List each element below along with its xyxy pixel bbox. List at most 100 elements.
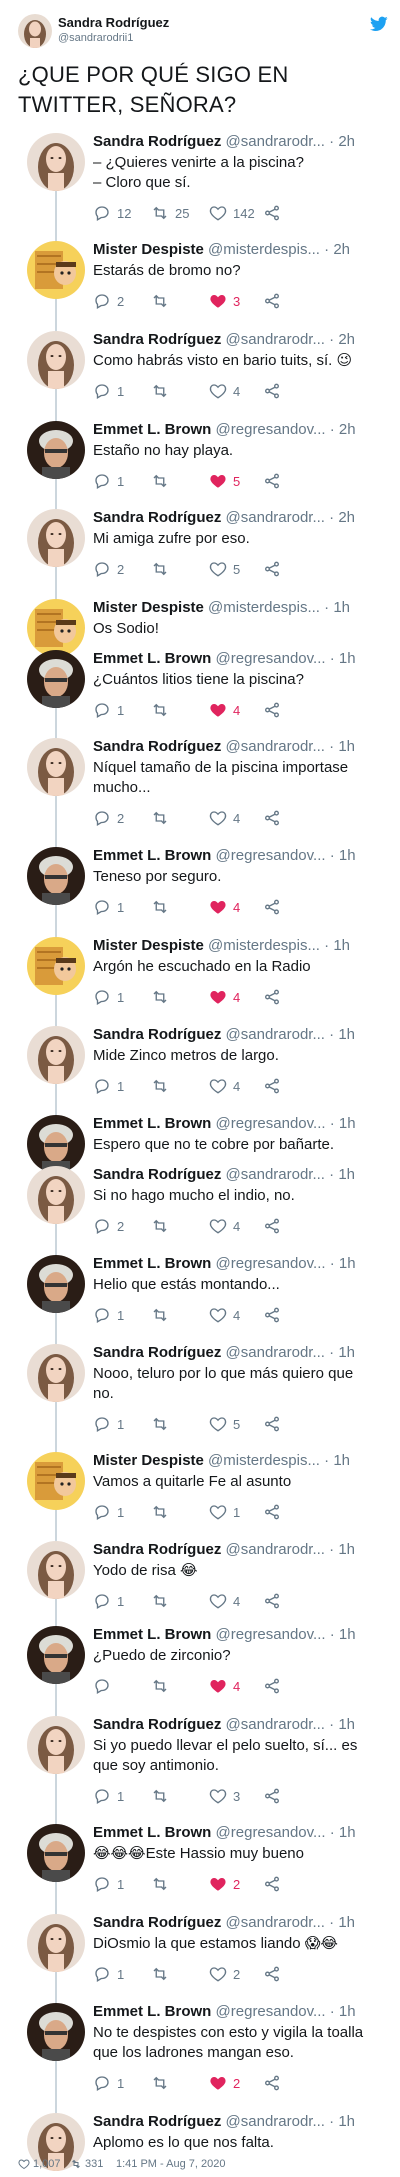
share-button[interactable] <box>263 1676 287 1696</box>
retweet-button[interactable] <box>151 1216 175 1236</box>
tweet-author-name[interactable]: Sandra Rodríguez <box>93 738 221 755</box>
reply-button[interactable]: 2 <box>93 291 124 311</box>
tweet-author-handle[interactable]: @regresandov... <box>216 1824 326 1841</box>
tweet-author-handle[interactable]: @misterdespis... <box>208 937 320 954</box>
retweet-button[interactable]: 25 <box>151 203 189 223</box>
tweet-time[interactable]: 1h <box>339 2003 356 2020</box>
tweet-time[interactable]: 2h <box>338 331 355 348</box>
like-button[interactable]: 5 <box>209 1414 240 1434</box>
reply-button[interactable]: 1 <box>93 1305 124 1325</box>
tweet-time[interactable]: 1h <box>338 738 355 755</box>
share-button[interactable] <box>263 1216 287 1236</box>
author-avatar[interactable] <box>18 14 52 48</box>
like-button[interactable]: 2 <box>209 2073 240 2093</box>
like-button[interactable]: 4 <box>209 381 240 401</box>
tweet-author-handle[interactable]: @sandrarodr... <box>226 1541 325 1558</box>
tweet-author-handle[interactable]: @sandrarodr... <box>226 133 325 150</box>
retweet-button[interactable] <box>151 1676 175 1696</box>
twitter-bird-icon[interactable] <box>370 16 388 32</box>
tweet-author-name[interactable]: Emmet L. Brown <box>93 847 211 864</box>
share-button[interactable] <box>263 471 287 491</box>
retweet-button[interactable] <box>151 700 175 720</box>
share-button[interactable] <box>263 291 287 311</box>
reply-button[interactable]: 1 <box>93 1964 124 1984</box>
reply-button[interactable]: 1 <box>93 381 124 401</box>
tweet-author-name[interactable]: Sandra Rodríguez <box>93 509 221 526</box>
retweet-button[interactable] <box>151 1305 175 1325</box>
like-button[interactable]: 3 <box>209 1786 240 1806</box>
tweet-author-handle[interactable]: @sandrarodr... <box>226 738 325 755</box>
share-button[interactable] <box>263 1305 287 1325</box>
tweet-time[interactable]: 2h <box>338 509 355 526</box>
reply-button[interactable]: 2 <box>93 1216 124 1236</box>
tweet-author-name[interactable]: Sandra Rodríguez <box>93 1716 221 1733</box>
tweet-time[interactable]: 1h <box>338 1716 355 1733</box>
retweet-button[interactable] <box>151 2073 175 2093</box>
share-button[interactable] <box>263 559 287 579</box>
avatar[interactable] <box>27 1255 85 1313</box>
tweet-author-name[interactable]: Sandra Rodríguez <box>93 1541 221 1558</box>
share-button[interactable] <box>263 1414 287 1434</box>
retweet-button[interactable] <box>151 808 175 828</box>
reply-button[interactable]: 1 <box>93 1502 124 1522</box>
like-button[interactable]: 4 <box>209 987 240 1007</box>
reply-button[interactable]: 1 <box>93 1414 124 1434</box>
retweet-button[interactable] <box>151 1502 175 1522</box>
tweet-time[interactable]: 1h <box>338 1344 355 1361</box>
tweet-time[interactable]: 1h <box>338 1166 355 1183</box>
tweet-author-name[interactable]: Emmet L. Brown <box>93 2003 211 2020</box>
tweet-author-handle[interactable]: @sandrarodr... <box>226 1716 325 1733</box>
tweet-time[interactable]: 1h <box>339 1115 356 1132</box>
tweet-author-name[interactable]: Sandra Rodríguez <box>93 1914 221 1931</box>
avatar[interactable] <box>27 1452 85 1510</box>
share-button[interactable] <box>263 1786 287 1806</box>
tweet-author-name[interactable]: Emmet L. Brown <box>93 1255 211 1272</box>
like-button[interactable]: 4 <box>209 1076 240 1096</box>
avatar[interactable] <box>27 1344 85 1402</box>
avatar[interactable] <box>27 1716 85 1774</box>
like-button[interactable]: 2 <box>209 1964 240 1984</box>
reply-button[interactable]: 1 <box>93 1874 124 1894</box>
like-button[interactable]: 3 <box>209 291 240 311</box>
tweet-author-handle[interactable]: @regresandov... <box>216 421 326 438</box>
tweet-author-handle[interactable]: @sandrarodr... <box>226 1914 325 1931</box>
share-button[interactable] <box>263 1874 287 1894</box>
tweet-time[interactable]: 1h <box>333 599 350 616</box>
avatar[interactable] <box>27 599 85 657</box>
retweet-button[interactable] <box>151 1414 175 1434</box>
tweet-author-handle[interactable]: @regresandov... <box>216 2003 326 2020</box>
tweet-time[interactable]: 1h <box>338 1914 355 1931</box>
tweet-time[interactable]: 1h <box>338 2113 355 2130</box>
avatar[interactable] <box>27 1824 85 1882</box>
tweet-author-handle[interactable]: @sandrarodr... <box>226 2113 325 2130</box>
tweet-time[interactable]: 1h <box>338 1541 355 1558</box>
retweet-button[interactable] <box>151 471 175 491</box>
tweet-author-handle[interactable]: @regresandov... <box>216 847 326 864</box>
avatar[interactable] <box>27 331 85 389</box>
share-button[interactable] <box>263 381 287 401</box>
tweet-author-name[interactable]: Mister Despiste <box>93 241 204 258</box>
avatar[interactable] <box>27 937 85 995</box>
tweet-author-name[interactable]: Emmet L. Brown <box>93 421 211 438</box>
tweet-time[interactable]: 1h <box>333 937 350 954</box>
tweet-time[interactable]: 2h <box>338 133 355 150</box>
tweet-author-handle[interactable]: @misterdespis... <box>208 1452 320 1469</box>
tweet-author-handle[interactable]: @misterdespis... <box>208 599 320 616</box>
like-button[interactable]: 1 <box>209 1502 240 1522</box>
tweet-time[interactable]: 1h <box>339 1255 356 1272</box>
retweet-button[interactable] <box>151 1591 175 1611</box>
tweet-author-name[interactable]: Mister Despiste <box>93 937 204 954</box>
share-button[interactable] <box>263 987 287 1007</box>
like-button[interactable]: 4 <box>209 1305 240 1325</box>
avatar[interactable] <box>27 509 85 567</box>
tweet-time[interactable]: 2h <box>339 421 356 438</box>
like-button[interactable]: 4 <box>209 1676 240 1696</box>
reply-button[interactable]: 12 <box>93 203 131 223</box>
retweet-button[interactable] <box>151 1076 175 1096</box>
share-button[interactable] <box>263 808 287 828</box>
avatar[interactable] <box>27 421 85 479</box>
share-button[interactable] <box>263 700 287 720</box>
share-button[interactable] <box>263 1076 287 1096</box>
tweet-author-handle[interactable]: @sandrarodr... <box>226 509 325 526</box>
reply-button[interactable]: 1 <box>93 700 124 720</box>
